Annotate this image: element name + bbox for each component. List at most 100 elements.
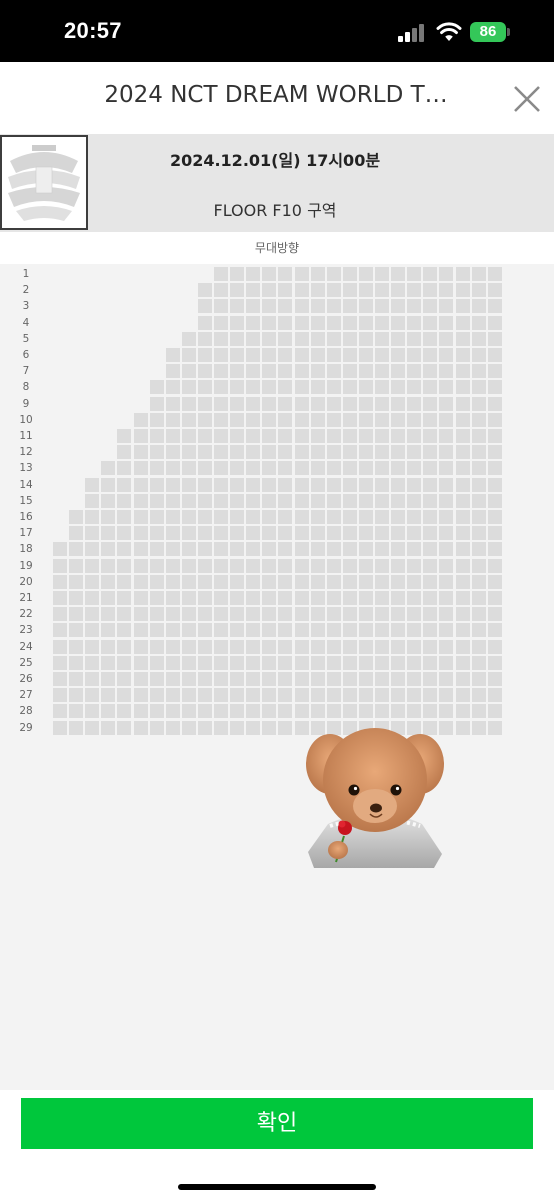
seat[interactable] <box>214 332 228 346</box>
seat[interactable] <box>295 348 309 362</box>
seat[interactable] <box>262 413 276 427</box>
seat[interactable] <box>69 526 83 540</box>
seat[interactable] <box>423 656 437 670</box>
seat[interactable] <box>456 623 470 637</box>
seat[interactable] <box>359 672 373 686</box>
seat[interactable] <box>230 526 244 540</box>
seat[interactable] <box>69 559 83 573</box>
seat[interactable] <box>375 559 389 573</box>
seat[interactable] <box>150 478 164 492</box>
seat[interactable] <box>230 510 244 524</box>
seat[interactable] <box>262 267 276 281</box>
seat[interactable] <box>327 478 341 492</box>
seat[interactable] <box>246 510 260 524</box>
seat[interactable] <box>182 332 196 346</box>
seat[interactable] <box>391 704 405 718</box>
seat[interactable] <box>488 397 502 411</box>
seat[interactable] <box>423 478 437 492</box>
seat[interactable] <box>472 299 486 313</box>
seat[interactable] <box>278 461 292 475</box>
seat[interactable] <box>69 575 83 589</box>
seat[interactable] <box>134 656 148 670</box>
seat[interactable] <box>423 607 437 621</box>
seat[interactable] <box>456 283 470 297</box>
seat[interactable] <box>456 478 470 492</box>
seat[interactable] <box>439 445 453 459</box>
seat[interactable] <box>182 704 196 718</box>
seat[interactable] <box>246 413 260 427</box>
seat[interactable] <box>246 526 260 540</box>
seat[interactable] <box>423 591 437 605</box>
seat[interactable] <box>150 526 164 540</box>
seat[interactable] <box>391 397 405 411</box>
seat[interactable] <box>456 721 470 735</box>
seat[interactable] <box>214 283 228 297</box>
seat[interactable] <box>134 640 148 654</box>
seat[interactable] <box>278 510 292 524</box>
seat[interactable] <box>488 413 502 427</box>
seat[interactable] <box>311 332 325 346</box>
seat[interactable] <box>295 429 309 443</box>
seat[interactable] <box>375 413 389 427</box>
venue-map-thumbnail[interactable] <box>0 135 88 230</box>
seat[interactable] <box>375 461 389 475</box>
seat[interactable] <box>134 607 148 621</box>
seat[interactable] <box>456 688 470 702</box>
seat[interactable] <box>85 559 99 573</box>
seat[interactable] <box>262 510 276 524</box>
seat[interactable] <box>214 591 228 605</box>
seat[interactable] <box>359 494 373 508</box>
seat[interactable] <box>311 656 325 670</box>
seat[interactable] <box>295 656 309 670</box>
seat[interactable] <box>343 607 357 621</box>
seat[interactable] <box>278 575 292 589</box>
seat[interactable] <box>69 672 83 686</box>
seat[interactable] <box>407 478 421 492</box>
seat[interactable] <box>85 575 99 589</box>
seat[interactable] <box>198 478 212 492</box>
seat[interactable] <box>327 640 341 654</box>
seat[interactable] <box>278 445 292 459</box>
seat[interactable] <box>278 672 292 686</box>
seat[interactable] <box>246 494 260 508</box>
seat[interactable] <box>246 672 260 686</box>
seat[interactable] <box>488 299 502 313</box>
seat[interactable] <box>150 640 164 654</box>
seat[interactable] <box>343 348 357 362</box>
seat[interactable] <box>343 380 357 394</box>
seat[interactable] <box>488 461 502 475</box>
seat[interactable] <box>327 445 341 459</box>
seat[interactable] <box>359 591 373 605</box>
seat[interactable] <box>230 478 244 492</box>
seat[interactable] <box>278 348 292 362</box>
seat[interactable] <box>262 656 276 670</box>
confirm-button[interactable]: 확인 <box>21 1098 533 1149</box>
seat[interactable] <box>230 445 244 459</box>
seat[interactable] <box>214 526 228 540</box>
seat[interactable] <box>472 380 486 394</box>
seat[interactable] <box>134 623 148 637</box>
seat[interactable] <box>359 510 373 524</box>
seat[interactable] <box>230 542 244 556</box>
seat[interactable] <box>150 380 164 394</box>
seat[interactable] <box>262 575 276 589</box>
seat[interactable] <box>423 640 437 654</box>
seat[interactable] <box>456 494 470 508</box>
seat[interactable] <box>246 542 260 556</box>
seat[interactable] <box>134 542 148 556</box>
seat[interactable] <box>230 348 244 362</box>
seat[interactable] <box>343 510 357 524</box>
seat[interactable] <box>134 721 148 735</box>
seat[interactable] <box>166 591 180 605</box>
seat[interactable] <box>262 721 276 735</box>
seat[interactable] <box>311 704 325 718</box>
seat[interactable] <box>472 575 486 589</box>
seat[interactable] <box>117 656 131 670</box>
seat[interactable] <box>343 575 357 589</box>
seat[interactable] <box>439 640 453 654</box>
seat[interactable] <box>246 704 260 718</box>
seat[interactable] <box>101 478 115 492</box>
seat[interactable] <box>439 607 453 621</box>
seat[interactable] <box>359 640 373 654</box>
seat[interactable] <box>343 542 357 556</box>
